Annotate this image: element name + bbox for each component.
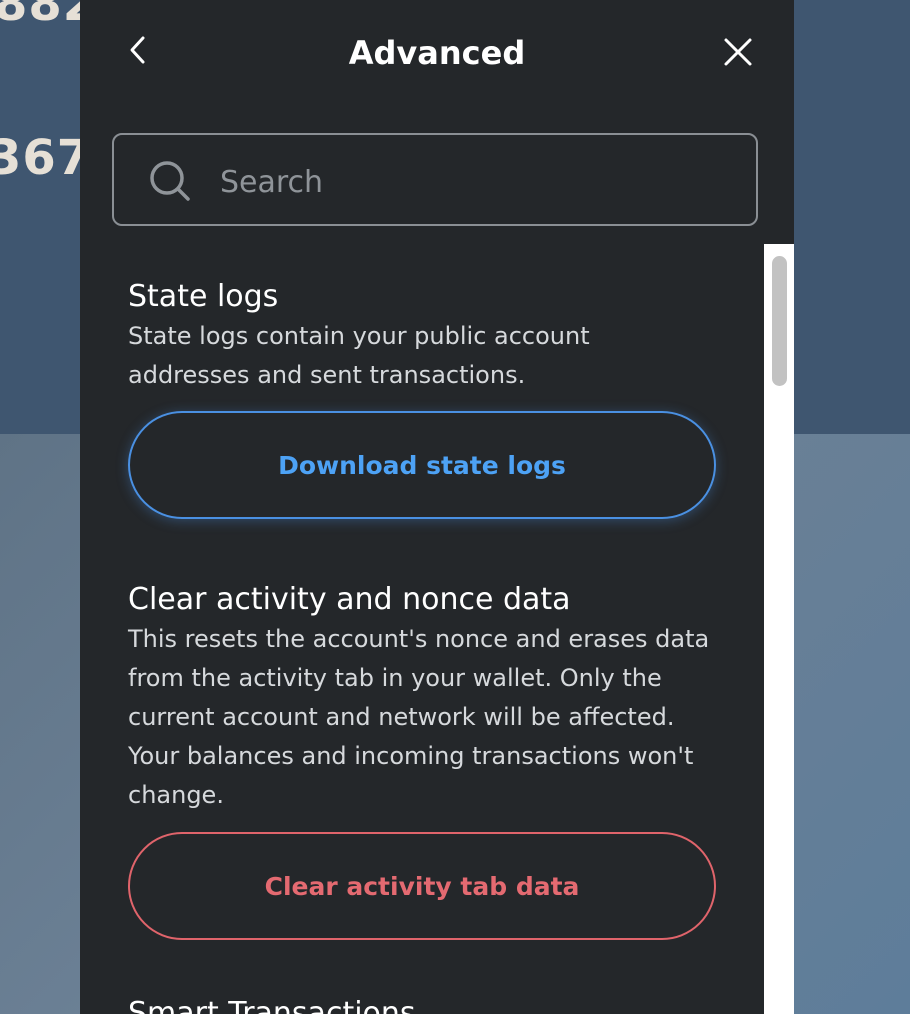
download-state-logs-button[interactable]: Download state logs — [128, 411, 716, 519]
scrollbar-track[interactable] — [764, 244, 794, 1014]
panel-header: Advanced — [80, 0, 794, 106]
clear-activity-tab-data-button[interactable]: Clear activity tab data — [128, 832, 716, 940]
search-icon — [148, 159, 192, 203]
search-box[interactable] — [112, 133, 758, 226]
search-input[interactable] — [218, 153, 722, 211]
clear-activity-description: This resets the account's nonce and eras… — [128, 625, 710, 809]
smart-transactions-heading: Smart Transactions — [128, 996, 416, 1014]
scrollbar-thumb[interactable] — [772, 256, 787, 386]
state-logs-heading: State logs — [128, 279, 279, 314]
page-title: Advanced — [348, 34, 526, 72]
close-button[interactable] — [718, 34, 758, 74]
clear-activity-heading: Clear activity and nonce data — [128, 582, 571, 617]
close-icon — [723, 37, 753, 71]
advanced-settings-panel: Advanced State logs State logs contain y… — [80, 0, 794, 1014]
state-logs-description: State logs contain your public account a… — [128, 322, 590, 389]
